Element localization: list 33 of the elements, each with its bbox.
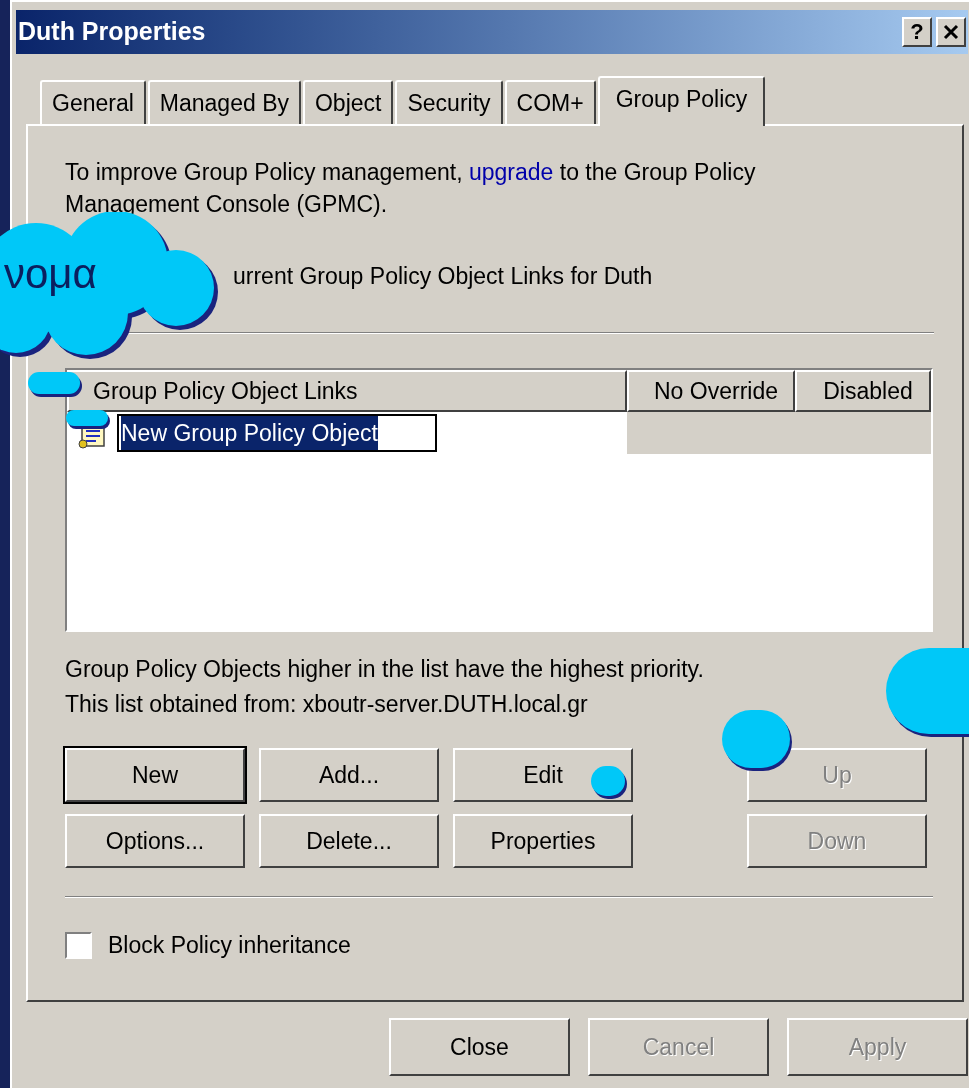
- button[interactable]: Add...: [259, 748, 439, 802]
- help-button[interactable]: ?: [902, 17, 932, 47]
- column-header[interactable]: Group Policy Object Links: [67, 370, 627, 412]
- info-text: This list obtained from: xboutr-server.DUTH.local.gr: [65, 690, 589, 719]
- checkbox-label[interactable]: Block Policy inheritance: [108, 928, 351, 963]
- button[interactable]: Delete...: [259, 814, 439, 868]
- window-title: Duth Properties: [18, 16, 206, 48]
- tab[interactable]: General: [40, 80, 146, 124]
- section-label: urrent Group Policy Object Links for Duth: [233, 261, 653, 291]
- button: Down: [747, 814, 927, 868]
- checkbox[interactable]: [65, 931, 92, 959]
- button[interactable]: Edit: [453, 748, 633, 802]
- button[interactable]: Close: [389, 1018, 570, 1076]
- info-text: Group Policy Objects higher in the list have the highest priority.: [65, 655, 705, 684]
- tab[interactable]: Group Policy: [597, 76, 766, 126]
- button: Apply: [787, 1018, 968, 1076]
- tab[interactable]: COM+: [504, 80, 596, 124]
- button: Up: [747, 748, 927, 802]
- upgrade-link[interactable]: upgrade: [468, 159, 554, 185]
- callout-text: νομα: [4, 249, 97, 299]
- column-header[interactable]: Disabled: [795, 370, 931, 412]
- button: Cancel: [588, 1018, 769, 1076]
- tab[interactable]: Security: [395, 80, 503, 124]
- name-edit-field[interactable]: New Group Policy Object: [117, 414, 437, 452]
- intro-text: To improve Group Policy management, upgrade to the Group Policy Management Console (GPMC).: [65, 158, 757, 219]
- button[interactable]: New: [65, 748, 245, 802]
- button[interactable]: Properties: [453, 814, 633, 868]
- tab[interactable]: Managed By: [147, 80, 301, 124]
- column-header[interactable]: No Override: [627, 370, 795, 412]
- button[interactable]: Options...: [65, 814, 245, 868]
- close-icon: [943, 24, 959, 40]
- close-button[interactable]: [936, 17, 966, 47]
- tab[interactable]: Object: [302, 80, 394, 124]
